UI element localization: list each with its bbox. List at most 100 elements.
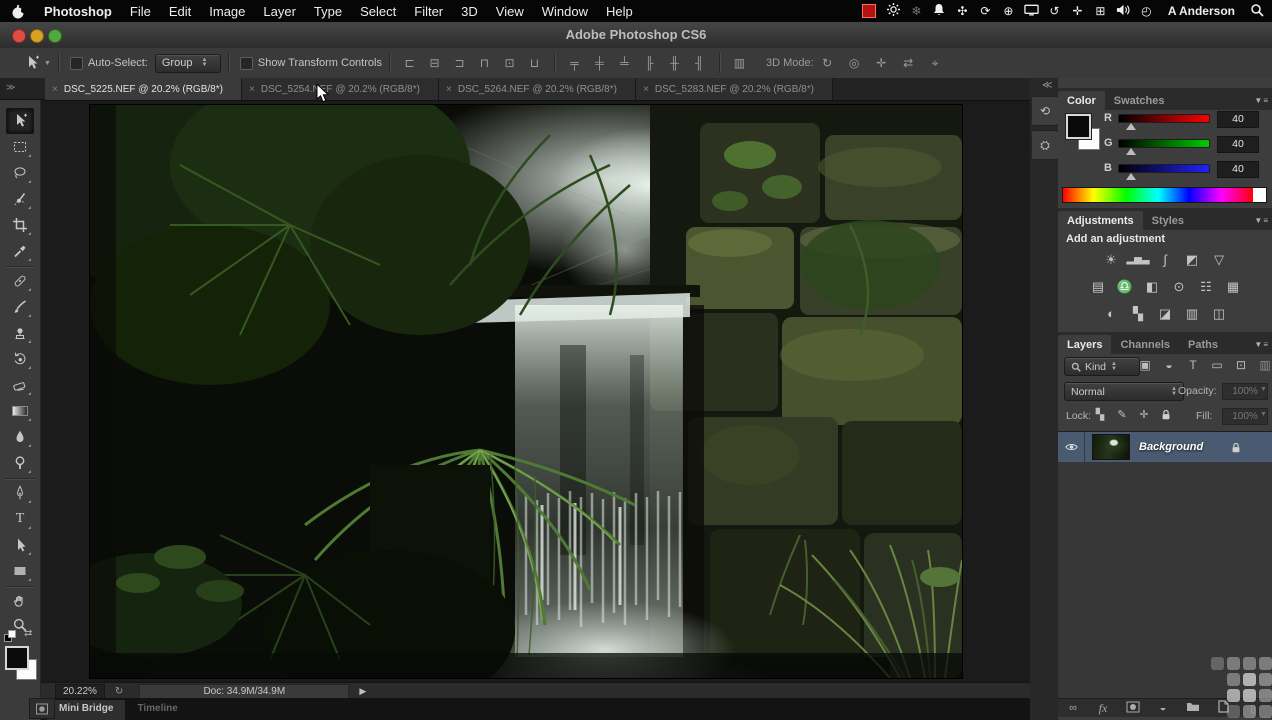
layer-thumbnail[interactable] (1092, 434, 1130, 460)
panel-menu-icon[interactable]: ▼≡ (1254, 216, 1269, 225)
lasso-tool[interactable] (7, 161, 33, 185)
vibrance-icon[interactable]: ▽ (1206, 250, 1232, 270)
history-brush-tool[interactable] (7, 347, 33, 371)
lock-paint-icon[interactable]: ✎ (1112, 408, 1132, 421)
document-tab-3[interactable]: × DSC_5264.NEF @ 20.2% (RGB/8*) (439, 78, 636, 100)
record-indicator-icon[interactable] (861, 4, 876, 18)
spotlight-search-icon[interactable] (1245, 3, 1268, 20)
blend-mode-dropdown[interactable]: Normal ▲ ▼ (1064, 382, 1184, 401)
tool-preset-dropdown-icon[interactable]: ▼ (44, 60, 51, 67)
3d-pan-icon[interactable]: ✛ (868, 56, 895, 70)
color-foreground-swatch[interactable] (1065, 113, 1092, 140)
swap-colors-icon[interactable]: ⇄ (24, 628, 32, 639)
blur-tool[interactable] (7, 425, 33, 449)
new-adjustment-layer-icon[interactable]: ◒ (1148, 702, 1178, 714)
layer-filter-kind-dropdown[interactable]: Kind ▲ ▼ (1064, 357, 1140, 376)
layer-row-background[interactable]: Background (1058, 431, 1272, 463)
layer-visibility-cell[interactable] (1058, 432, 1085, 462)
zoom-level-field[interactable]: 20.22% (55, 683, 105, 699)
type-tool[interactable]: T (7, 507, 33, 531)
auto-align-layers-icon[interactable]: ▥ (727, 56, 752, 70)
channel-b-value[interactable]: 40 (1217, 161, 1259, 178)
channel-b-slider-thumb[interactable] (1126, 173, 1136, 180)
menu-select[interactable]: Select (351, 4, 405, 19)
properties-panel-icon[interactable]: ⛭ (1031, 130, 1059, 160)
clone-stamp-tool[interactable] (7, 321, 33, 345)
channel-g-value[interactable]: 40 (1217, 136, 1259, 153)
tab-layers[interactable]: Layers (1058, 335, 1112, 354)
document-tab-1[interactable]: × DSC_5225.NEF @ 20.2% (RGB/8*) (45, 78, 242, 100)
path-selection-tool[interactable] (7, 533, 33, 557)
document-tab-2[interactable]: × DSC_5254.NEF @ 20.2% (RGB/8*) (242, 78, 439, 100)
tab-channels[interactable]: Channels (1111, 335, 1179, 354)
hand-tool[interactable] (7, 589, 33, 613)
bell-icon[interactable] (928, 3, 951, 19)
tab-paths[interactable]: Paths (1179, 335, 1227, 354)
channel-r-slider-thumb[interactable] (1126, 123, 1136, 130)
layer-effects-icon[interactable]: fx (1088, 701, 1118, 716)
channel-mixer-icon[interactable]: ☷ (1193, 277, 1219, 297)
close-tab-icon[interactable]: × (249, 84, 255, 95)
link-layers-icon[interactable]: ∞ (1058, 702, 1088, 714)
tab-styles[interactable]: Styles (1143, 211, 1193, 230)
eyedropper-tool[interactable] (7, 239, 33, 263)
window-switcher-icon[interactable]: ⊞ (1089, 4, 1112, 18)
close-tab-icon[interactable]: × (52, 84, 58, 95)
add-layer-mask-icon[interactable] (1118, 701, 1148, 716)
healing-brush-tool[interactable] (7, 269, 33, 293)
channel-g-slider[interactable] (1118, 139, 1210, 148)
menu-filter[interactable]: Filter (405, 4, 452, 19)
distribute-bottom-icon[interactable]: ╧ (612, 56, 637, 70)
menu-help[interactable]: Help (597, 4, 642, 19)
dodge-tool[interactable] (7, 451, 33, 475)
curves-icon[interactable]: ∫ (1152, 250, 1178, 270)
align-bottom-icon[interactable]: ⊔ (522, 56, 547, 70)
distribute-middle-icon[interactable]: ╪ (587, 56, 612, 70)
status-options-arrow-icon[interactable]: ▶ (359, 686, 366, 697)
toolbar-collapse-chevrons[interactable]: ≫ (0, 78, 45, 100)
gear-icon[interactable] (882, 3, 905, 19)
auto-select-checkbox[interactable] (69, 56, 83, 70)
status-sync-icon[interactable]: ↻ (115, 686, 123, 697)
tab-mini-bridge[interactable]: Mini Bridge (47, 700, 126, 720)
crop-tool[interactable] (7, 213, 33, 237)
adjustment-layer-filter-icon[interactable]: ◒ (1158, 358, 1180, 372)
new-group-icon[interactable] (1178, 701, 1208, 715)
brush-tool[interactable] (7, 295, 33, 319)
snowflake-icon[interactable]: ❄ (905, 4, 928, 18)
auto-select-target-dropdown[interactable]: Group ▲ ▼ (154, 53, 221, 73)
color-balance-icon[interactable]: ♎ (1112, 277, 1138, 297)
eraser-tool[interactable] (7, 373, 33, 397)
align-right-icon[interactable]: ⊐ (447, 56, 472, 70)
shape-layer-filter-icon[interactable]: ▭ (1206, 358, 1228, 372)
apple-menu[interactable] (0, 4, 35, 19)
menu-3d[interactable]: 3D (452, 4, 487, 19)
menu-window[interactable]: Window (533, 4, 597, 19)
align-left-icon[interactable]: ⊏ (397, 56, 422, 70)
black-white-icon[interactable]: ◧ (1139, 277, 1165, 297)
close-tab-icon[interactable]: × (446, 84, 452, 95)
user-menu[interactable]: A Anderson (1158, 4, 1245, 18)
align-top-icon[interactable]: ⊓ (472, 56, 497, 70)
clock-icon[interactable]: ◴ (1135, 4, 1158, 18)
color-lookup-icon[interactable]: ▦ (1220, 277, 1246, 297)
history-panel-icon[interactable]: ⟲ (1031, 96, 1059, 126)
menu-type[interactable]: Type (305, 4, 351, 19)
channel-r-slider[interactable] (1118, 114, 1210, 123)
lock-position-icon[interactable]: ✛ (1134, 408, 1154, 421)
opacity-dropdown-icon[interactable]: ▼ (1260, 386, 1267, 393)
sync-icon[interactable]: ⟳ (974, 4, 997, 18)
color-spectrum-ramp[interactable] (1062, 187, 1255, 203)
menu-image[interactable]: Image (200, 4, 254, 19)
invert-icon[interactable]: ◐ (1098, 304, 1124, 324)
accessibility-icon[interactable]: ⊕ (997, 4, 1020, 18)
default-colors-icon[interactable] (4, 630, 16, 642)
gradient-tool[interactable] (7, 399, 33, 423)
exposure-icon[interactable]: ◩ (1179, 250, 1205, 270)
paw-icon[interactable]: ✣ (951, 4, 974, 18)
lock-all-icon[interactable] (1156, 408, 1176, 424)
tab-swatches[interactable]: Swatches (1105, 91, 1174, 110)
menu-layer[interactable]: Layer (254, 4, 305, 19)
document-tab-4[interactable]: × DSC_5283.NEF @ 20.2% (RGB/8*) (636, 78, 833, 100)
panel-menu-icon[interactable]: ▼≡ (1254, 340, 1269, 349)
